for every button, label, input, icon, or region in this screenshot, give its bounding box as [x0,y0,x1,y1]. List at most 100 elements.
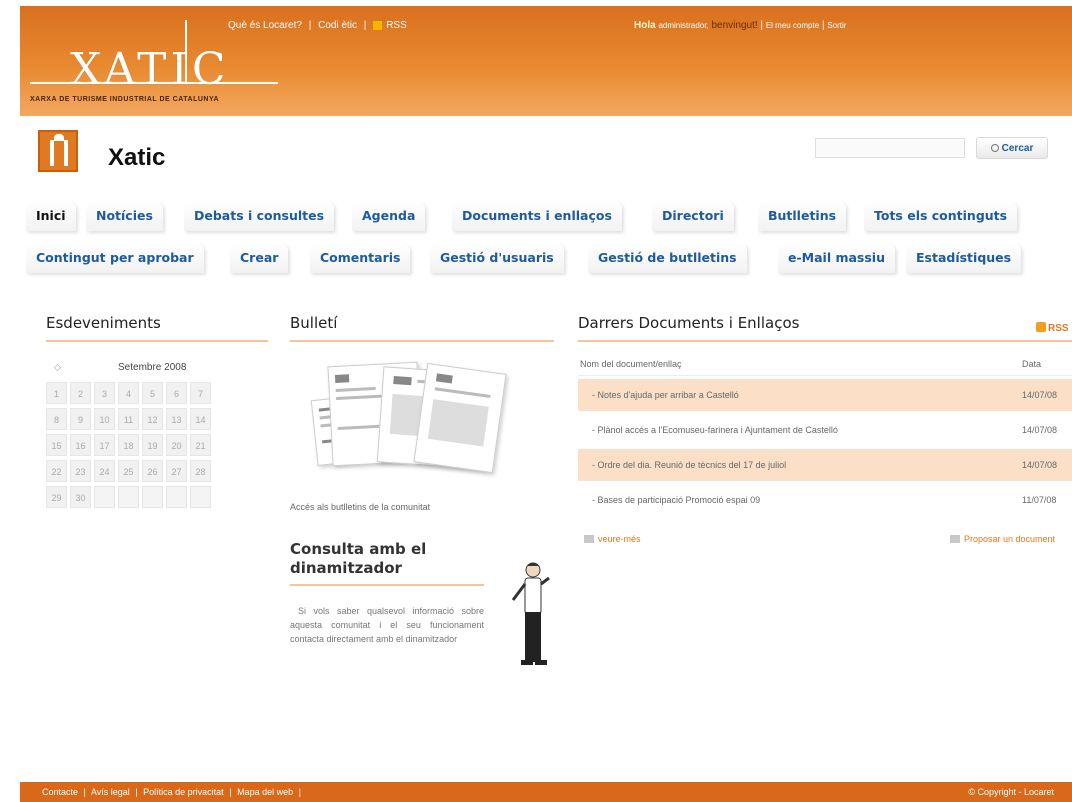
link-codi-etic[interactable]: Codi ètic [318,20,357,31]
rss-icon [1036,322,1046,332]
footer-link-avis-legal[interactable]: Avís legal [91,787,130,797]
calendar-day[interactable]: 12 [142,408,163,430]
separator: | [229,787,232,797]
calendar-day[interactable]: 3 [94,382,115,404]
document-link[interactable]: - Plànol accés a l'Ecomuseu-farinera i A… [592,414,838,446]
calendar-day[interactable]: 21 [190,434,211,456]
calendar-day[interactable]: 22 [46,460,67,482]
tab-comentaris[interactable]: Comentaris [310,243,411,273]
calendar-day[interactable]: 11 [118,408,139,430]
calendar-day[interactable]: 20 [166,434,187,456]
calendar-day[interactable]: 14 [190,408,211,430]
calendar-empty-cell [142,486,163,508]
calendar-empty-cell [118,486,139,508]
footer-link-privacitat[interactable]: Política de privacitat [143,787,224,797]
link-my-account[interactable]: El meu compte [766,21,819,30]
calendar-day[interactable]: 28 [190,460,211,482]
propose-document-link[interactable]: Proposar un document [950,534,1055,544]
calendar-day[interactable]: 10 [94,408,115,430]
calendar-day[interactable]: 4 [118,382,139,404]
tab-estadistiques[interactable]: Estadístiques [906,243,1022,273]
calendar-day[interactable]: 26 [142,460,163,482]
calendar-day[interactable]: 24 [94,460,115,482]
search-button[interactable]: Cercar [976,137,1048,159]
separator: | [363,20,367,31]
calendar-day[interactable]: 6 [166,382,187,404]
tab-inici[interactable]: Inici [26,201,76,231]
tab-crear[interactable]: Crear [230,243,289,273]
bulletin-caption[interactable]: Accés als butlletins de la comunitat [290,502,430,512]
calendar-week: 22 23 24 25 26 27 28 [46,460,268,484]
calendar-day[interactable]: 5 [142,382,163,404]
see-more-label: veure-més [598,534,641,544]
tab-agenda[interactable]: Agenda [352,201,426,231]
docs-heading: Darrers Documents i Enllaços [578,314,1072,342]
tab-gestio-butlletins[interactable]: Gestió de butlletins [588,243,747,273]
document-link[interactable]: - Bases de participació Promoció espai 0… [592,484,760,516]
link-rss[interactable]: RSS [386,20,407,31]
tab-tots-continguts[interactable]: Tots els continguts [864,201,1018,231]
tab-noticies[interactable]: Notícies [86,201,163,231]
calendar-day[interactable]: 7 [190,382,211,404]
separator: | [821,20,825,31]
tab-gestio-usuaris[interactable]: Gestió d'usuaris [430,243,564,273]
rss-label: RSS [1048,323,1069,334]
calendar-day[interactable]: 15 [46,434,67,456]
document-link[interactable]: - Notes d'ajuda per arribar a Castelló [592,379,739,411]
calendar-day[interactable]: 2 [70,382,91,404]
calendar-day[interactable]: 30 [70,486,91,508]
dinamitzador-illustration [511,562,550,665]
calendar-day[interactable]: 9 [70,408,91,430]
calendar-day[interactable]: 16 [70,434,91,456]
tab-butlletins[interactable]: Butlletins [758,201,847,231]
calendar-week: 8 9 10 11 12 13 14 [46,408,268,432]
bulletin-heading: Bulletí [290,314,554,342]
search-button-label: Cercar [1001,142,1034,154]
docs-rss-link[interactable]: RSS [1036,322,1069,334]
document-date: 14/07/08 [1022,425,1058,435]
welcome-text: benvingut! [711,20,758,31]
link-logout[interactable]: Sortir [827,21,846,30]
link-que-es-locaret[interactable]: Què és Locaret? [228,20,302,31]
hello-text: Hola [634,20,656,31]
see-more-link[interactable]: veure-més [584,534,641,544]
tab-contingut-aprobar[interactable]: Contingut per aprobar [26,243,204,273]
tab-documents-enllacos[interactable]: Documents i enllaços [452,201,622,231]
calendar-day[interactable]: 29 [46,486,67,508]
separator: | [760,20,764,31]
table-row[interactable]: - Notes d'ajuda per arribar a Castelló 1… [578,379,1072,411]
column-header-date: Data [1022,359,1042,369]
calendar-day[interactable]: 8 [46,408,67,430]
separator: | [135,787,138,797]
table-header: Nom del document/enllaç Data [578,352,1072,376]
propose-label: Proposar un document [964,534,1056,544]
tab-directori[interactable]: Directori [652,201,734,231]
column-header-name: Nom del document/enllaç [580,359,682,369]
community-logo-icon [38,130,78,172]
tab-debats-consultes[interactable]: Debats i consultes [184,201,335,231]
calendar-day[interactable]: 19 [142,434,163,456]
calendar-day[interactable]: 18 [118,434,139,456]
table-row[interactable]: - Bases de participació Promoció espai 0… [578,484,1072,516]
xatic-logo[interactable]: XATIC Xarxa de Turisme Industrial de Cat… [30,20,290,110]
bulletin-thumbnail-image[interactable] [310,356,507,482]
calendar-day[interactable]: 13 [166,408,187,430]
document-date: 14/07/08 [1022,460,1058,470]
calendar-day[interactable]: 17 [94,434,115,456]
document-link[interactable]: - Ordre del dia. Reunió de tècnics del 1… [592,449,786,481]
consulta-text: Si vols saber qualsevol informació sobre… [290,606,484,644]
table-row[interactable]: - Ordre del dia. Reunió de tècnics del 1… [578,449,1072,481]
search-input[interactable] [815,138,965,158]
table-row[interactable]: - Plànol accés a l'Ecomuseu-farinera i A… [578,414,1072,446]
calendar-day[interactable]: 23 [70,460,91,482]
calendar-prev-icon[interactable]: ◇ [54,362,61,373]
calendar-day[interactable]: 27 [166,460,187,482]
calendar-day[interactable]: 1 [46,382,67,404]
calendar-empty-cell [94,486,115,508]
calendar-day[interactable]: 25 [118,460,139,482]
tab-email-massiu[interactable]: e-Mail massiu [778,243,895,273]
separator: | [298,787,301,797]
calendar-header: ◇ Setembre 2008 [46,358,268,380]
footer-link-contacte[interactable]: Contacte [42,787,78,797]
footer-link-mapa-web[interactable]: Mapa del web [237,787,293,797]
